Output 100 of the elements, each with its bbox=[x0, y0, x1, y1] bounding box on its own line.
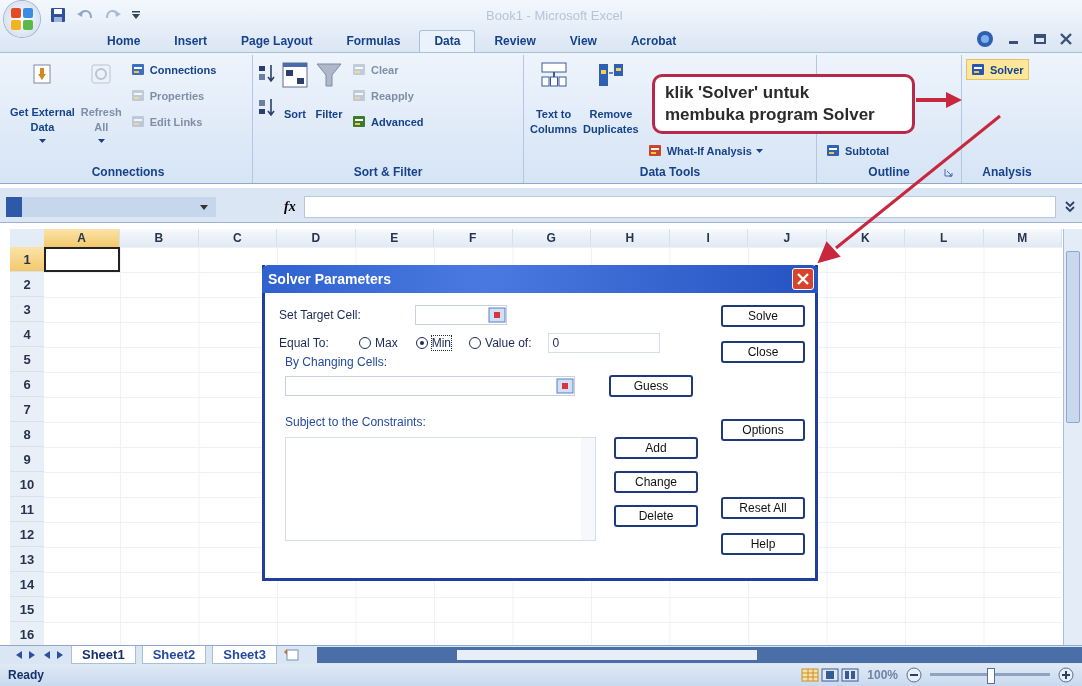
dialog-button[interactable]: Reset All bbox=[721, 497, 805, 519]
row-header[interactable]: 6 bbox=[10, 372, 44, 397]
group-label: Sort & Filter bbox=[353, 165, 423, 179]
ribbon-tab[interactable]: Review bbox=[479, 30, 551, 52]
office-button[interactable] bbox=[4, 1, 40, 37]
expand-icon[interactable] bbox=[1064, 200, 1076, 214]
command-icon bbox=[826, 143, 841, 158]
command-icon bbox=[971, 62, 986, 77]
ribbon-tab[interactable]: Data bbox=[419, 30, 476, 52]
ribbon-button[interactable]: Get External Data bbox=[8, 59, 77, 151]
vertical-scrollbar[interactable] bbox=[1063, 229, 1082, 645]
column-header[interactable]: A bbox=[44, 229, 120, 247]
sort-ascending-icon[interactable] bbox=[257, 63, 277, 83]
row-header[interactable]: 15 bbox=[10, 597, 44, 622]
ribbon-tab[interactable]: Insert bbox=[159, 30, 223, 52]
field-label: By Changing Cells: bbox=[285, 355, 389, 369]
row-header[interactable]: 2 bbox=[10, 272, 44, 297]
horizontal-scrollbar[interactable] bbox=[316, 647, 1082, 663]
radio-option[interactable]: Max bbox=[359, 336, 398, 350]
name-box[interactable] bbox=[6, 197, 216, 217]
sheet-tab[interactable]: Sheet1 bbox=[71, 646, 136, 664]
zoom-out-icon[interactable] bbox=[906, 667, 922, 683]
dropdown-caret-icon bbox=[97, 139, 105, 143]
ribbon-button[interactable]: Sort bbox=[279, 59, 311, 151]
column-header[interactable]: G bbox=[512, 229, 591, 247]
ribbon-button[interactable]: What-If Analysis bbox=[642, 140, 768, 161]
column-header[interactable]: D bbox=[277, 229, 356, 247]
column-header[interactable]: I bbox=[669, 229, 748, 247]
ribbon-tab[interactable]: View bbox=[554, 30, 612, 52]
ribbon-button[interactable]: Filter bbox=[313, 59, 345, 151]
column-header[interactable]: K bbox=[826, 229, 905, 247]
ribbon-button[interactable]: Remove Duplicates bbox=[581, 59, 641, 151]
zoom-in-icon[interactable] bbox=[1058, 667, 1074, 683]
group-label: Connections bbox=[91, 165, 165, 179]
column-header[interactable]: E bbox=[355, 229, 434, 247]
ribbon-button[interactable]: Advanced bbox=[347, 111, 429, 132]
column-header[interactable]: J bbox=[748, 229, 827, 247]
dialog-button[interactable]: Solve bbox=[721, 305, 805, 327]
cell-picker-icon[interactable] bbox=[556, 378, 574, 394]
dialog-button[interactable]: Change bbox=[614, 471, 698, 493]
ribbon-button[interactable]: Connections bbox=[125, 59, 222, 80]
field-label: Subject to the Constraints: bbox=[285, 415, 427, 429]
radio-option[interactable]: Min bbox=[415, 336, 451, 350]
row-header[interactable]: 16 bbox=[10, 622, 44, 645]
row-header[interactable]: 12 bbox=[10, 522, 44, 547]
row-header[interactable]: 9 bbox=[10, 447, 44, 472]
radio-option[interactable]: Value of: bbox=[469, 336, 532, 350]
dialog-launcher-icon[interactable] bbox=[944, 167, 953, 177]
row-header[interactable]: 4 bbox=[10, 322, 44, 347]
ribbon-button[interactable]: Subtotal bbox=[821, 140, 894, 161]
guess-button[interactable]: Guess bbox=[609, 375, 693, 397]
insert-sheet-icon[interactable] bbox=[282, 648, 301, 662]
command-icon bbox=[352, 114, 367, 129]
field-label: Equal To: bbox=[279, 336, 330, 350]
row-header[interactable]: 3 bbox=[10, 297, 44, 322]
dialog-button[interactable]: Add bbox=[614, 437, 698, 459]
column-header[interactable]: F bbox=[434, 229, 513, 247]
ribbon-button[interactable]: Text to Columns bbox=[528, 59, 580, 151]
sheet-tab[interactable]: Sheet2 bbox=[141, 646, 207, 664]
column-header[interactable]: H bbox=[591, 229, 670, 247]
ribbon-tab[interactable]: Page Layout bbox=[226, 30, 328, 52]
ribbon-tab[interactable]: Formulas bbox=[331, 30, 416, 52]
row-header[interactable]: 5 bbox=[10, 347, 44, 372]
row-header[interactable]: 8 bbox=[10, 422, 44, 447]
input-field[interactable] bbox=[415, 305, 507, 325]
row-header[interactable]: 7 bbox=[10, 397, 44, 422]
save-icon[interactable] bbox=[50, 7, 66, 23]
customize-caret-icon[interactable] bbox=[132, 10, 140, 20]
restore-icon[interactable] bbox=[1034, 33, 1046, 45]
row-header[interactable]: 11 bbox=[10, 497, 44, 522]
slider-thumb[interactable] bbox=[987, 668, 995, 684]
function-button[interactable]: fx bbox=[284, 199, 296, 215]
close-icon[interactable] bbox=[1060, 33, 1072, 45]
column-header[interactable]: C bbox=[198, 229, 277, 247]
duplicates-icon bbox=[596, 61, 625, 89]
input-field[interactable] bbox=[285, 376, 575, 396]
formula-input[interactable] bbox=[303, 196, 1056, 218]
ribbon-button[interactable]: Solver bbox=[966, 59, 1029, 80]
sort-descending-icon[interactable] bbox=[257, 97, 277, 117]
close-button[interactable] bbox=[792, 268, 814, 290]
column-header[interactable]: L bbox=[905, 229, 984, 247]
help-icon[interactable] bbox=[976, 30, 994, 48]
dialog-button[interactable]: Close bbox=[721, 341, 805, 363]
page-break-icon[interactable] bbox=[841, 668, 860, 682]
page-layout-icon[interactable] bbox=[821, 668, 840, 682]
dialog-button[interactable]: Delete bbox=[614, 505, 698, 527]
row-header[interactable]: 14 bbox=[10, 572, 44, 597]
dialog-button[interactable]: Help bbox=[721, 533, 805, 555]
ribbon-tab[interactable]: Home bbox=[92, 30, 156, 52]
row-header[interactable]: 10 bbox=[10, 472, 44, 497]
cell-picker-icon[interactable] bbox=[488, 307, 506, 323]
row-header[interactable]: 13 bbox=[10, 547, 44, 572]
active-cell[interactable] bbox=[44, 247, 120, 272]
dialog-button[interactable]: Options bbox=[721, 419, 805, 441]
row-header[interactable]: 1 bbox=[10, 247, 44, 272]
ribbon-tab[interactable]: Acrobat bbox=[615, 30, 692, 52]
sheet-tab[interactable]: Sheet3 bbox=[212, 646, 277, 664]
column-header[interactable]: B bbox=[120, 229, 199, 247]
input-field[interactable]: 0 bbox=[547, 333, 660, 353]
column-header[interactable]: M bbox=[983, 229, 1062, 247]
